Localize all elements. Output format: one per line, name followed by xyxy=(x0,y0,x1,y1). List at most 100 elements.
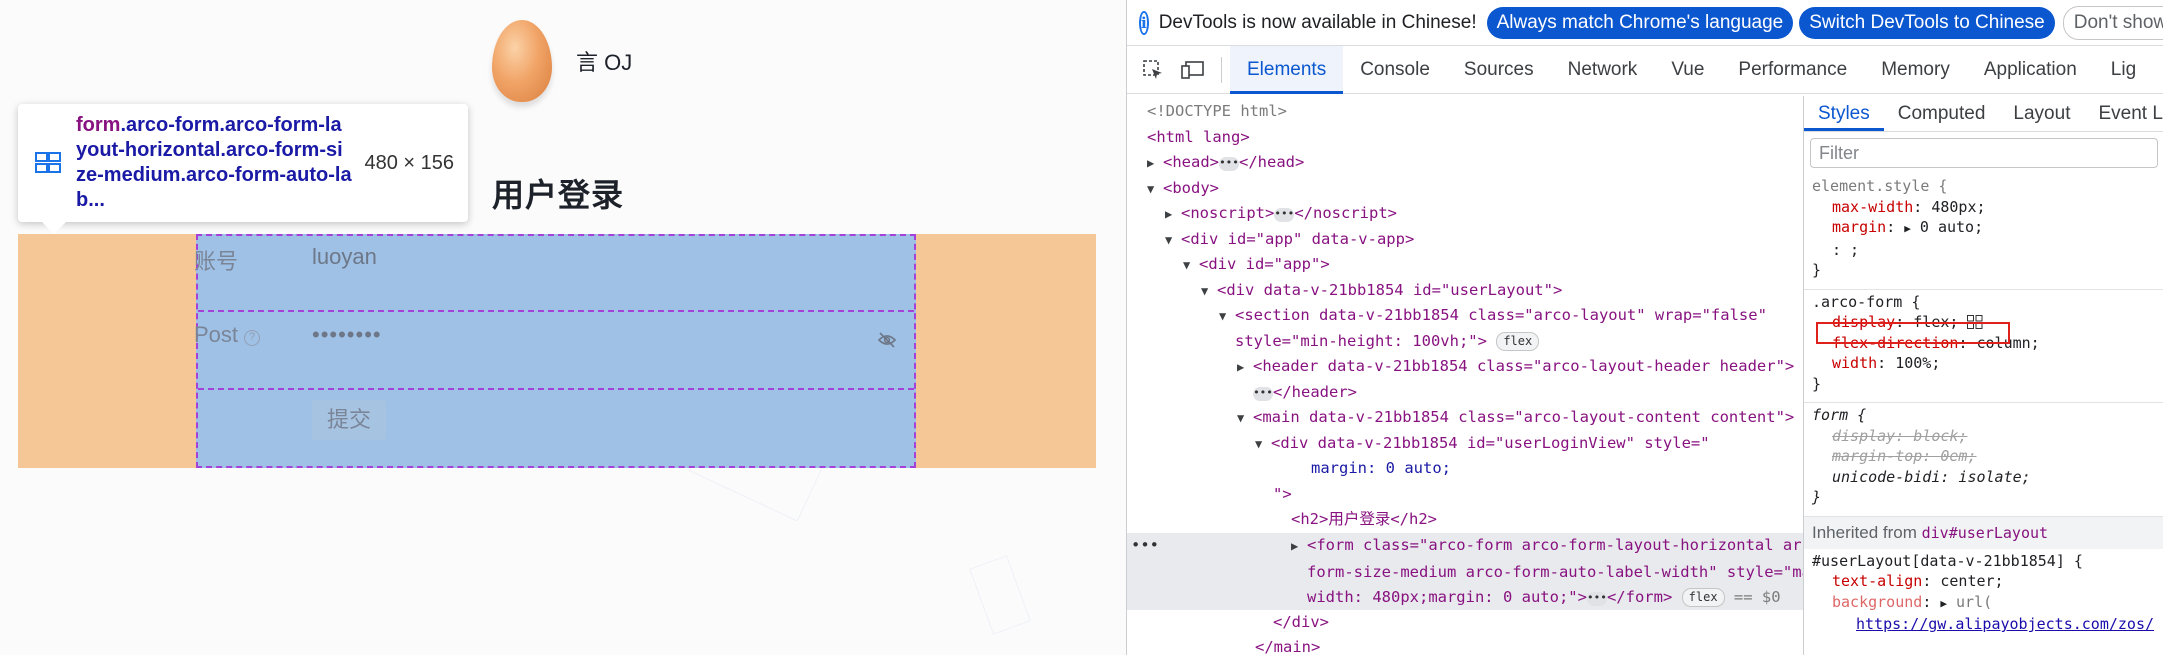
dom-line-selected[interactable]: ••• ▶ <form class="arco-form arco-form-la… xyxy=(1127,533,1803,610)
rule-selector: form { xyxy=(1812,406,1867,424)
style-declaration[interactable]: margin: ▶ 0 auto; xyxy=(1812,217,2158,240)
dom-line[interactable]: ▼ <div id="app" data-v-app> xyxy=(1165,227,1414,254)
styles-filter-input[interactable]: Filter xyxy=(1810,138,2158,168)
rule-close: } xyxy=(1812,488,1822,506)
dom-line[interactable]: ▶ <noscript>•••</noscript> xyxy=(1165,201,1397,228)
dom-line[interactable]: ▼ <section data-v-21bb1854 class="arco-la… xyxy=(1219,303,1767,330)
ellipsis-badge[interactable]: ••• xyxy=(1219,157,1239,171)
style-declaration[interactable]: width: 100%; xyxy=(1812,353,2158,374)
background-url-link[interactable]: https://gw.alipayobjects.com/zos/ xyxy=(1856,615,2154,633)
overridden-declaration: display: block; xyxy=(1832,426,1968,445)
help-icon[interactable]: ? xyxy=(244,330,261,346)
tab-lighthouse[interactable]: Lig xyxy=(2094,46,2153,94)
tab-performance[interactable]: Performance xyxy=(1721,46,1864,94)
tab-styles[interactable]: Styles xyxy=(1804,96,1884,131)
brand-name: 言 OJ xyxy=(576,50,633,75)
tab-memory[interactable]: Memory xyxy=(1864,46,1967,94)
collapse-triangle-icon[interactable]: ▼ xyxy=(1255,432,1271,458)
expand-triangle-icon[interactable]: ▶ xyxy=(1904,222,1911,235)
info-icon: i xyxy=(1139,10,1149,35)
tab-vue[interactable]: Vue xyxy=(1654,46,1721,94)
collapse-triangle-icon[interactable]: ▼ xyxy=(1237,406,1253,432)
brand[interactable]: 言 OJ xyxy=(492,20,632,102)
inspect-tooltip: form.arco-form.arco-form-layout-horizont… xyxy=(18,104,468,234)
tab-sources[interactable]: Sources xyxy=(1447,46,1551,94)
tab-elements[interactable]: Elements xyxy=(1230,45,1344,94)
dom-line[interactable]: ▶ <header data-v-21bb1854 class="arco-lay… xyxy=(1237,354,1794,381)
dom-line[interactable]: ▼ <main data-v-21bb1854 class="arco-layou… xyxy=(1237,405,1794,432)
head-tag: <head> xyxy=(1163,153,1219,171)
element-style-rule: element.style { max-width: 480px; margin… xyxy=(1804,174,2163,290)
collapse-triangle-icon[interactable]: ▼ xyxy=(1165,228,1181,254)
style-declaration[interactable]: text-align: center; xyxy=(1812,571,2158,592)
eye-off-icon[interactable] xyxy=(878,332,896,348)
dom-line[interactable]: style="min-height: 100vh;"> flex xyxy=(1235,329,1540,355)
account-input[interactable]: luoyan xyxy=(312,244,377,270)
device-toolbar-icon[interactable] xyxy=(1173,46,1213,94)
expand-triangle-icon[interactable]: ▶ xyxy=(1940,597,1947,610)
dom-line[interactable]: ▼ <div data-v-21bb1854 id="userLayout"> xyxy=(1201,278,1562,305)
prop-name: text-align xyxy=(1832,572,1923,590)
dom-line[interactable]: "> xyxy=(1273,482,1292,508)
collapse-triangle-icon[interactable]: ▼ xyxy=(1183,253,1199,279)
tab-computed[interactable]: Computed xyxy=(1884,96,2000,131)
collapse-triangle-icon[interactable]: ▼ xyxy=(1201,279,1217,305)
dom-line[interactable]: •••</header> xyxy=(1253,380,1357,406)
tab-event-listeners[interactable]: Event L xyxy=(2084,96,2163,131)
user-layout-rule: #userLayout[data-v-21bb1854] { text-alig… xyxy=(1804,549,2163,643)
match-language-button[interactable]: Always match Chrome's language xyxy=(1486,6,1794,39)
h2-tag: <h2>用户登录</h2> xyxy=(1291,510,1437,528)
new-declaration[interactable]: : ; xyxy=(1812,240,2158,261)
inherited-source-link[interactable]: div#userLayout xyxy=(1922,524,2048,542)
dom-line[interactable]: </div> xyxy=(1273,610,1329,636)
tab-network[interactable]: Network xyxy=(1551,46,1655,94)
tab-console[interactable]: Console xyxy=(1343,46,1447,94)
dom-line[interactable]: ▼ <div data-v-21bb1854 id="userLoginView"… xyxy=(1255,431,1710,458)
inspect-element-icon[interactable] xyxy=(1133,46,1173,94)
devtools-tabbar: Elements Console Sources Network Vue Per… xyxy=(1127,45,2163,94)
styles-tabbar: Styles Computed Layout Event L xyxy=(1804,96,2163,132)
collapse-triangle-icon[interactable]: ▼ xyxy=(1219,304,1235,330)
expand-triangle-icon[interactable]: ▶ xyxy=(1237,355,1253,381)
password-input[interactable]: •••••••• xyxy=(312,322,382,348)
rule-selector: #userLayout[data-v-21bb1854] { xyxy=(1812,551,2083,570)
more-dots-icon[interactable]: ••• xyxy=(1131,533,1159,559)
dom-line[interactable]: <html lang> xyxy=(1147,125,1250,151)
expand-triangle-icon[interactable]: ▶ xyxy=(1291,534,1307,560)
ellipsis-badge[interactable]: ••• xyxy=(1253,387,1273,401)
flex-badge[interactable]: flex xyxy=(1681,588,1725,608)
overridden-declaration: margin-top: 0em; xyxy=(1832,447,1977,465)
dom-line[interactable]: <!DOCTYPE html> xyxy=(1147,99,1287,125)
head-close-tag: </head> xyxy=(1239,153,1305,171)
tab-application[interactable]: Application xyxy=(1967,46,2094,94)
login-form: 账号 luoyan Post? •••••••• 提交 xyxy=(194,234,916,468)
language-infobar: i DevTools is now available in Chinese! … xyxy=(1127,0,2163,46)
dom-line[interactable]: ▶ <head>•••</head> xyxy=(1147,150,1304,177)
login-view-style: margin: 0 auto; xyxy=(1311,459,1451,477)
form-tag: <form class="arco-form arco-form-layout-… xyxy=(1307,536,1803,554)
ellipsis-badge[interactable]: ••• xyxy=(1274,208,1295,222)
ellipsis-badge[interactable]: ••• xyxy=(1586,592,1607,607)
style-declaration[interactable]: max-width: 480px; xyxy=(1812,197,2158,218)
switch-language-button[interactable]: Switch DevTools to Chinese xyxy=(1799,6,2055,39)
web-page-viewport: 言 OJ 用户登录 账号 luoyan Post? •••••••• 提交 fo… xyxy=(0,0,1126,655)
app-div-tag: <div id="app" data-v-app> xyxy=(1181,230,1415,248)
tab-layout[interactable]: Layout xyxy=(1999,96,2084,131)
selected-marker: == $0 xyxy=(1733,588,1781,607)
collapse-triangle-icon[interactable]: ▼ xyxy=(1147,177,1163,203)
dont-show-button[interactable]: Don't show xyxy=(2062,5,2163,40)
prop-value: center; xyxy=(1940,572,2004,590)
dom-line[interactable]: <h2>用户登录</h2> xyxy=(1291,507,1437,533)
user-layout-tag: <div data-v-21bb1854 id="userLayout"> xyxy=(1217,281,1563,299)
flex-badge[interactable]: flex xyxy=(1496,332,1540,351)
password-row: Post? •••••••• xyxy=(194,314,914,390)
expand-triangle-icon[interactable]: ▶ xyxy=(1165,202,1181,228)
submit-button[interactable]: 提交 xyxy=(312,400,386,440)
dom-line[interactable]: ▼ <body> xyxy=(1147,176,1219,203)
style-declaration[interactable]: background: ▶ url( xyxy=(1812,592,2158,615)
dom-line[interactable]: margin: 0 auto; xyxy=(1311,456,1451,482)
dom-line[interactable]: </main> xyxy=(1255,635,1320,655)
dom-line[interactable]: ▼ <div id="app"> xyxy=(1183,252,1330,279)
expand-triangle-icon[interactable]: ▶ xyxy=(1147,151,1163,177)
header-close-tag: </header> xyxy=(1273,383,1357,401)
